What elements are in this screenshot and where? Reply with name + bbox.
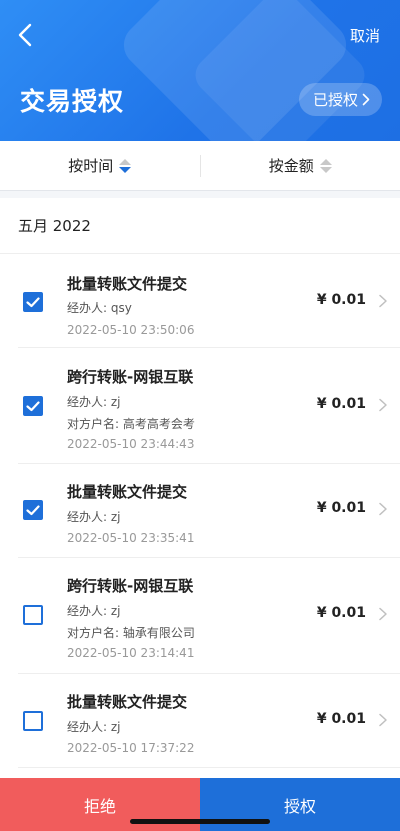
- transaction-title: 跨行转账-网银互联: [67, 577, 194, 595]
- transaction-handler: 经办人: qsy: [67, 301, 132, 315]
- sort-arrows-icon: [319, 158, 332, 173]
- transaction-handler: 经办人: zj: [67, 395, 121, 409]
- check-icon: [26, 296, 40, 307]
- transaction-list: 五月 2022 批量转账文件提交 经办人: qsy 2022-05-10 23:…: [0, 198, 400, 778]
- transaction-amount: ¥ 0.01: [316, 711, 366, 727]
- transaction-title: 批量转账文件提交: [67, 483, 188, 501]
- home-indicator: [130, 819, 270, 824]
- transaction-amount: ¥ 0.01: [316, 396, 366, 412]
- chevron-left-icon: [18, 23, 32, 47]
- transaction-amount: ¥ 0.01: [316, 500, 366, 516]
- transaction-row[interactable]: 跨行转账-网银互联 经办人: zj 对方户名: 轴承有限公司 2022-05-1…: [18, 558, 400, 674]
- check-icon: [26, 400, 40, 411]
- sort-by-time[interactable]: 按时间: [0, 141, 200, 190]
- header: 取消 交易授权 已授权: [0, 0, 400, 141]
- cancel-button[interactable]: 取消: [350, 25, 380, 46]
- chevron-right-icon: [379, 607, 387, 621]
- month-header: 五月 2022: [0, 198, 400, 254]
- sort-arrows-icon: [119, 158, 132, 173]
- transaction-handler: 经办人: zj: [67, 604, 121, 618]
- transaction-amount: ¥ 0.01: [316, 292, 366, 308]
- transaction-counterparty: 对方户名: 轴承有限公司: [67, 626, 195, 640]
- transaction-counterparty: 对方户名: 高考高考会考: [67, 417, 195, 431]
- row-checkbox[interactable]: [23, 605, 43, 625]
- chevron-right-icon: [379, 398, 387, 412]
- transaction-row[interactable]: 批量转账文件提交 经办人: qsy 2022-05-10 23:50:06 ¥ …: [18, 254, 400, 348]
- transaction-title: 批量转账文件提交: [67, 275, 188, 293]
- sort-by-amount-label: 按金额: [268, 157, 314, 175]
- transaction-datetime: 2022-05-10 23:50:06: [67, 323, 195, 337]
- chevron-right-icon: [379, 502, 387, 516]
- chevron-right-icon: [362, 93, 370, 106]
- transaction-amount: ¥ 0.01: [316, 605, 366, 621]
- transaction-datetime: 2022-05-10 17:37:22: [67, 741, 195, 755]
- transaction-row[interactable]: 批量转账文件提交 经办人: zj 2022-05-10 23:35:41 ¥ 0…: [18, 464, 400, 558]
- authorized-button[interactable]: 已授权: [298, 83, 382, 116]
- transaction-datetime: 2022-05-10 23:44:43: [67, 437, 195, 451]
- chevron-right-icon: [379, 713, 387, 727]
- transaction-datetime: 2022-05-10 23:14:41: [67, 646, 195, 660]
- sort-bar: 按时间 按金额: [0, 141, 400, 191]
- transaction-datetime: 2022-05-10 23:35:41: [67, 531, 195, 545]
- transaction-row[interactable]: 批量转账文件提交 经办人: zj 2022-05-10 17:37:22 ¥ 0…: [18, 674, 400, 768]
- page-title: 交易授权: [20, 87, 125, 116]
- authorized-label: 已授权: [312, 91, 358, 109]
- check-icon: [26, 504, 40, 515]
- transaction-row[interactable]: 跨行转账-网银互联 经办人: zj 对方户名: 高考高考会考 2022-05-1…: [18, 348, 400, 464]
- sort-by-time-label: 按时间: [68, 157, 114, 175]
- chevron-right-icon: [379, 294, 387, 308]
- transaction-handler: 经办人: zj: [67, 510, 121, 524]
- row-checkbox[interactable]: [23, 500, 43, 520]
- transaction-title: 跨行转账-网银互联: [67, 368, 194, 386]
- row-checkbox[interactable]: [23, 711, 43, 731]
- transaction-handler: 经办人: zj: [67, 720, 121, 734]
- back-button[interactable]: [10, 18, 40, 52]
- row-checkbox[interactable]: [23, 292, 43, 312]
- sort-by-amount[interactable]: 按金额: [201, 141, 400, 190]
- transaction-title: 批量转账文件提交: [67, 693, 188, 711]
- row-checkbox[interactable]: [23, 396, 43, 416]
